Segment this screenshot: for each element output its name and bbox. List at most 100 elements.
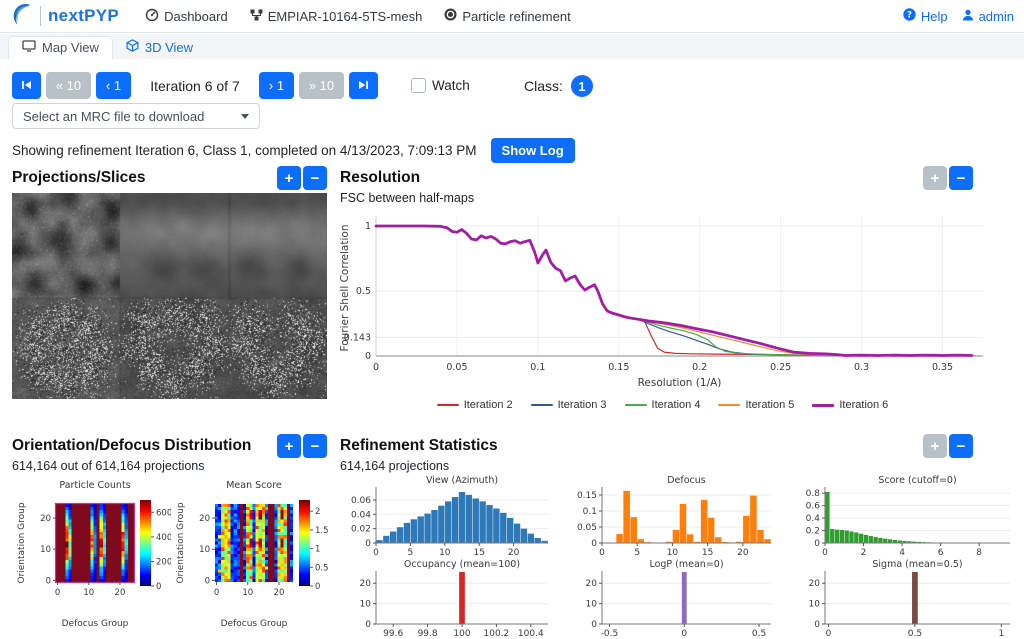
refinement-panel-header: Refinement Statistics + −	[340, 437, 973, 455]
last-iteration-button[interactable]	[349, 72, 378, 99]
svg-text:1: 1	[365, 221, 371, 232]
back-10-button[interactable]: « 10	[46, 72, 91, 99]
top-navbar: nextPYP Dashboard EMPIAR-10164-5TS-mesh …	[0, 0, 1024, 33]
help-link[interactable]: ? Help	[903, 8, 948, 24]
nav-link-refinement[interactable]: Particle refinement	[444, 8, 570, 24]
refinement-title: Refinement Statistics	[340, 437, 498, 455]
legend-item[interactable]: Iteration 2	[437, 399, 513, 411]
user-link[interactable]: admin	[962, 9, 1014, 24]
svg-text:0.05: 0.05	[446, 362, 467, 373]
status-text: Showing refinement Iteration 6, Class 1,…	[12, 143, 477, 158]
project-icon	[250, 9, 263, 24]
svg-text:0: 0	[822, 548, 828, 558]
refinement-zoom-in-button[interactable]: +	[923, 434, 947, 458]
legend-item[interactable]: Iteration 4	[625, 399, 701, 411]
particle-counts-heatmap: Particle Counts0102001020Defocus GroupOr…	[12, 474, 171, 639]
svg-text:Defocus Group: Defocus Group	[221, 619, 288, 629]
svg-text:0.04: 0.04	[351, 510, 371, 520]
orientation-zoom-in-button[interactable]: +	[277, 434, 301, 458]
projections-title: Projections/Slices	[12, 169, 146, 187]
tab-map-view[interactable]: Map View	[8, 36, 113, 59]
svg-text:5: 5	[634, 548, 640, 558]
help-icon: ?	[903, 8, 916, 24]
svg-text:0: 0	[55, 588, 60, 598]
refinement-zoom-out-button[interactable]: −	[949, 434, 973, 458]
svg-text:10: 10	[199, 545, 210, 555]
svg-text:?: ?	[907, 10, 912, 20]
watch-checkbox[interactable]	[411, 78, 426, 93]
svg-text:10: 10	[667, 548, 679, 558]
resolution-panel-header: Resolution + −	[340, 169, 973, 187]
projections-zoom-out-button[interactable]: −	[303, 166, 327, 190]
svg-text:0.8: 0.8	[806, 489, 821, 499]
svg-text:0: 0	[156, 582, 161, 592]
forward-1-button[interactable]: › 1	[259, 72, 294, 99]
nav-links: Dashboard EMPIAR-10164-5TS-mesh Particle…	[145, 8, 571, 24]
legend-item[interactable]: Iteration 6	[812, 399, 888, 411]
resolution-zoom-in-button[interactable]: +	[923, 166, 947, 190]
legend-item[interactable]: Iteration 5	[718, 399, 794, 411]
brand[interactable]: nextPYP	[10, 2, 119, 30]
heatmaps: Particle Counts0102001020Defocus GroupOr…	[12, 474, 330, 639]
forward-10-button[interactable]: » 10	[299, 72, 344, 99]
orientation-title: Orientation/Defocus Distribution	[12, 437, 251, 455]
svg-text:6000: 6000	[156, 508, 171, 518]
class-badge[interactable]: 1	[571, 75, 593, 97]
cube-icon	[126, 39, 139, 55]
svg-text:0: 0	[373, 362, 379, 373]
svg-text:0.05: 0.05	[577, 523, 597, 533]
mean-score-heatmap: Mean Score0102001020Defocus GroupOrienta…	[171, 474, 330, 639]
show-log-button[interactable]: Show Log	[491, 138, 575, 163]
svg-text:15: 15	[473, 548, 484, 558]
svg-text:Orientation Group: Orientation Group	[17, 502, 27, 583]
chevron-down-icon	[241, 114, 249, 119]
legend-swatch	[531, 404, 553, 406]
svg-text:0.3: 0.3	[854, 362, 869, 373]
svg-text:LogP (mean=0): LogP (mean=0)	[649, 559, 723, 570]
svg-text:10: 10	[439, 548, 451, 558]
map-view-icon	[22, 40, 36, 55]
svg-text:0.15: 0.15	[608, 362, 629, 373]
svg-text:20: 20	[809, 579, 821, 589]
resolution-zoom-out-button[interactable]: −	[949, 166, 973, 190]
svg-text:Particle Counts: Particle Counts	[59, 480, 130, 491]
class-control: Class: 1	[524, 75, 593, 97]
svg-text:2: 2	[315, 507, 320, 517]
svg-text:100.4: 100.4	[518, 629, 544, 639]
svg-text:0.5: 0.5	[356, 286, 371, 297]
svg-text:10: 10	[360, 600, 372, 610]
refinement-subtitle: 614,164 projections	[340, 459, 449, 473]
svg-text:0: 0	[814, 539, 820, 549]
svg-text:20: 20	[586, 579, 598, 589]
tab-3d-view[interactable]: 3D View	[113, 36, 206, 59]
svg-text:15: 15	[702, 548, 713, 558]
svg-text:0.06: 0.06	[351, 496, 371, 506]
legend-label: Iteration 5	[745, 399, 794, 411]
legend-item[interactable]: Iteration 3	[531, 399, 607, 411]
svg-text:1.5: 1.5	[315, 526, 329, 536]
legend-label: Iteration 4	[652, 399, 701, 411]
skip-end-icon	[358, 78, 369, 93]
nav-right: ? Help admin	[903, 8, 1014, 24]
svg-text:0: 0	[365, 351, 371, 362]
svg-text:0.5: 0.5	[752, 629, 766, 639]
svg-text:0.25: 0.25	[770, 362, 791, 373]
back-1-button[interactable]: ‹ 1	[96, 72, 131, 99]
nav-link-dashboard[interactable]: Dashboard	[145, 8, 228, 24]
status-row: Showing refinement Iteration 6, Class 1,…	[12, 138, 575, 163]
svg-text:2: 2	[861, 548, 867, 558]
legend-label: Iteration 2	[464, 399, 513, 411]
svg-text:20: 20	[737, 548, 749, 558]
projections-zoom-in-button[interactable]: +	[277, 166, 301, 190]
mrc-select[interactable]: Select an MRC file to download	[12, 103, 260, 129]
svg-text:0: 0	[826, 629, 832, 639]
iteration-controls: « 10 ‹ 1 Iteration 6 of 7 › 1 » 10 Watch	[12, 72, 470, 99]
histogram-sigma-mean-0-5-: 0102000.51Sigma (mean=0.5)	[785, 558, 1024, 639]
first-iteration-button[interactable]	[12, 72, 41, 99]
svg-text:0.5: 0.5	[908, 629, 922, 639]
projections-image[interactable]	[12, 193, 327, 399]
orientation-zoom-out-button[interactable]: −	[303, 434, 327, 458]
histogram-logp-mean-0-: 01020-0.500.5LogP (mean=0)	[562, 558, 785, 639]
nav-link-project[interactable]: EMPIAR-10164-5TS-mesh	[250, 9, 423, 24]
svg-text:2000: 2000	[156, 557, 171, 567]
